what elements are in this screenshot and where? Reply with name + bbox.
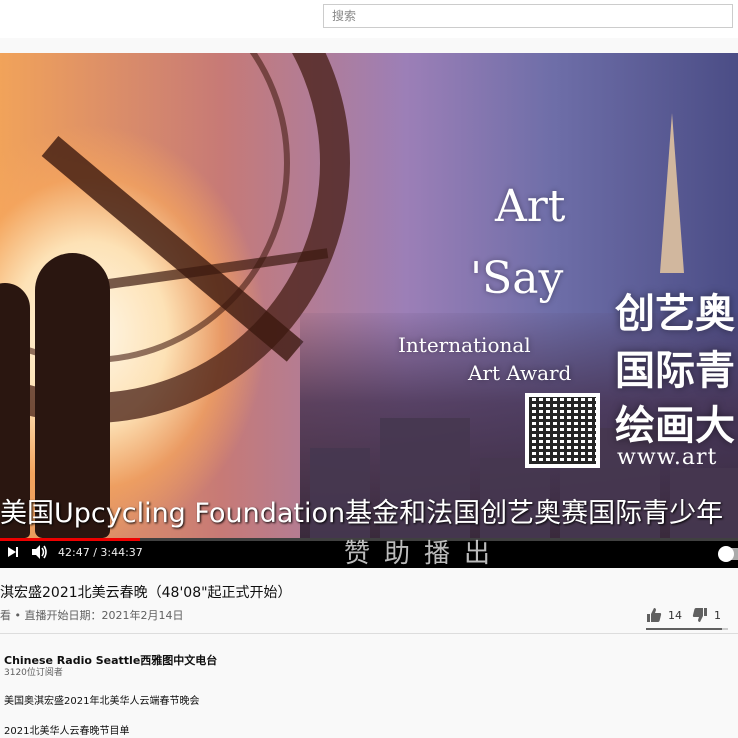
- eiffel-tower-graphic: [660, 113, 684, 273]
- search-input[interactable]: [323, 4, 733, 28]
- like-ratio-fill: [646, 628, 723, 630]
- next-button[interactable]: [6, 545, 20, 563]
- autoplay-toggle[interactable]: [718, 546, 738, 562]
- time-display: 42:47 / 3:44:37: [58, 546, 143, 559]
- like-ratio-bar: [646, 628, 728, 630]
- overlay-international-text: International: [398, 333, 531, 357]
- overlay-say-text: 'Say: [470, 253, 564, 304]
- volume-icon: [32, 545, 47, 559]
- top-bar: [0, 0, 738, 38]
- subscriber-count: 3120位订阅者: [4, 668, 63, 678]
- progress-played: [0, 538, 141, 541]
- thumbs-up-icon: [647, 608, 662, 622]
- toggle-knob: [718, 546, 734, 562]
- like-button[interactable]: 14: [646, 604, 682, 626]
- next-icon: [8, 547, 18, 557]
- overlay-cn-line1: 创艺奥: [615, 291, 735, 337]
- overlay-url: www.art: [617, 445, 718, 470]
- like-count: 14: [668, 608, 682, 622]
- dislike-button[interactable]: 1: [692, 604, 721, 626]
- divider: [0, 633, 738, 634]
- description-line-2: 2021北美华人云春晚节目单: [4, 726, 130, 737]
- overlay-cn-line2: 国际青: [615, 348, 735, 394]
- video-meta: 看 • 直播开始日期：2021年2月14日: [0, 609, 184, 622]
- volume-button[interactable]: [31, 544, 48, 564]
- dislike-count: 1: [714, 608, 721, 622]
- description-line-1: 美国奥淇宏盛2021年北美华人云端春节晚会: [4, 696, 200, 707]
- video-title: 淇宏盛2021北美云春晚（48'08"起正式开始）: [0, 585, 292, 601]
- thumbs-down-icon: [692, 608, 707, 622]
- video-frame[interactable]: Art 'Say International Art Award 创艺奥 国际青…: [0, 53, 738, 538]
- overlay-award-text: Art Award: [468, 361, 572, 385]
- overlay-cn-line3: 绘画大: [615, 403, 735, 449]
- qr-code: [525, 393, 600, 468]
- subtitle-line-1: 美国Upcycling Foundation基金和法国创艺奥赛国际青少年: [0, 498, 724, 529]
- overlay-art-text: Art: [495, 181, 566, 232]
- video-player[interactable]: Art 'Say International Art Award 创艺奥 国际青…: [0, 53, 738, 568]
- progress-bar[interactable]: [0, 538, 738, 541]
